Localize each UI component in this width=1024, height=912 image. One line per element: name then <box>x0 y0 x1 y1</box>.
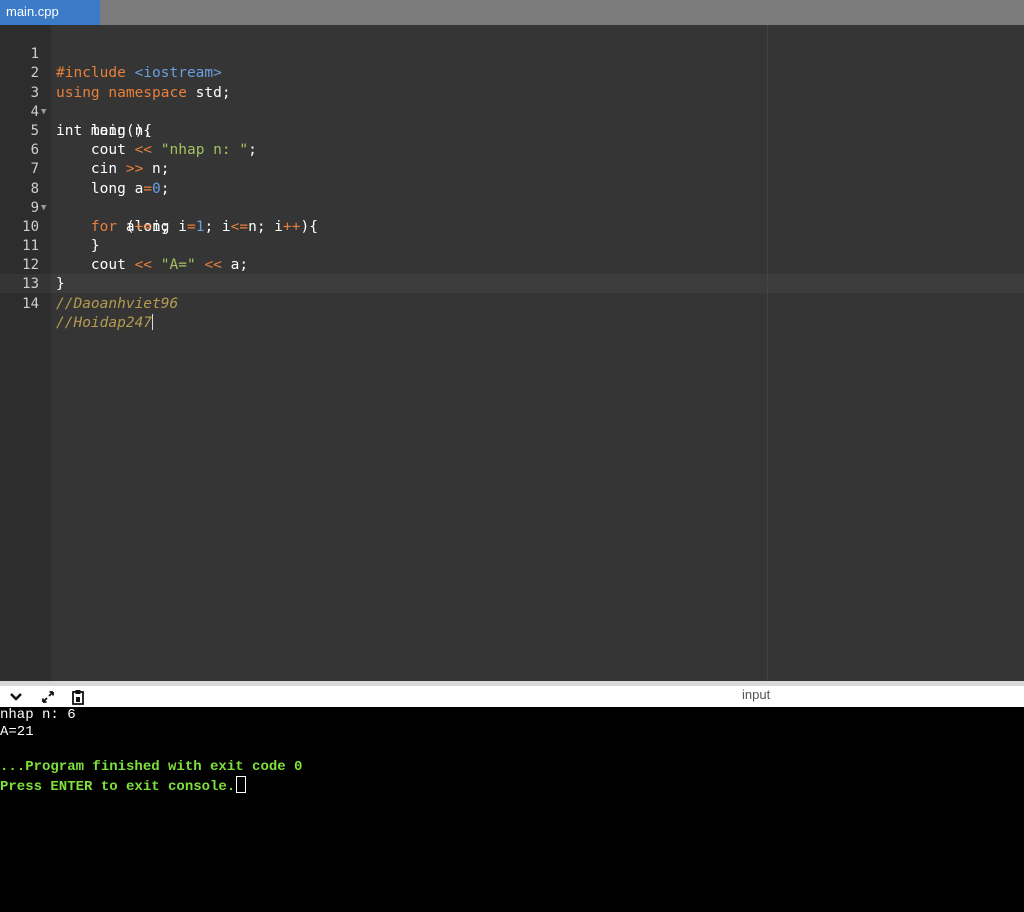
code-line: 2 using namespace std; <box>0 45 1024 100</box>
input-tab[interactable]: input <box>742 687 770 702</box>
code-line: 10 } <box>0 199 1024 254</box>
press-enter-message: Press ENTER to exit console. <box>0 779 236 796</box>
expand-console-button[interactable] <box>38 687 58 707</box>
comment: //Daoanhviet96 <box>56 295 179 312</box>
press-enter-line: Press ENTER to exit console. <box>0 776 1024 796</box>
code-line: 9 a+=i; <box>0 180 1024 235</box>
code-line: 11 cout << "A=" << a; <box>0 218 1024 273</box>
console-output[interactable]: nhap n: 6 A=21 ...Program finished with … <box>0 707 1024 912</box>
tab-main-cpp[interactable]: main.cpp <box>0 0 100 25</box>
code-line: 6 cin >> n; <box>0 122 1024 177</box>
expand-icon <box>42 691 54 703</box>
code-lines: 1 #include <iostream> 2 using namespace … <box>0 26 1024 331</box>
console-line: nhap n: 6 <box>0 707 76 723</box>
comment: //Hoidap247 <box>56 314 153 331</box>
code-line: 13 //Daoanhviet96 <box>0 256 1024 311</box>
text-cursor <box>152 313 154 330</box>
code-line: 14 //Hoidap247 <box>0 275 1024 331</box>
tab-bar: main.cpp <box>0 0 1024 25</box>
chevron-down-icon <box>10 693 22 701</box>
copy-output-button[interactable] <box>68 687 88 707</box>
line-number: 14 <box>22 295 39 312</box>
code-line: 5 cout << "nhap n: "; <box>0 103 1024 158</box>
code-line: 7 long a=0; <box>0 141 1024 196</box>
console-toolbar: input <box>0 681 1024 707</box>
console-cursor <box>236 776 247 794</box>
code-line: 3 ▼ int main(){ <box>0 64 1024 139</box>
code-line: 12 } <box>0 237 1024 292</box>
collapse-console-button[interactable] <box>6 687 26 707</box>
code-line: 8 ▼ for (long i=1; i<=n; i++){ <box>0 160 1024 235</box>
exit-message: ...Program finished with exit code 0 <box>0 758 303 775</box>
console-line: A=21 <box>0 724 34 741</box>
clipboard-icon <box>72 690 84 705</box>
code-line: 1 #include <iostream> <box>0 26 1024 81</box>
code-line: 4 long n; <box>0 84 1024 139</box>
code-editor[interactable]: 1 #include <iostream> 2 using namespace … <box>0 25 1024 681</box>
